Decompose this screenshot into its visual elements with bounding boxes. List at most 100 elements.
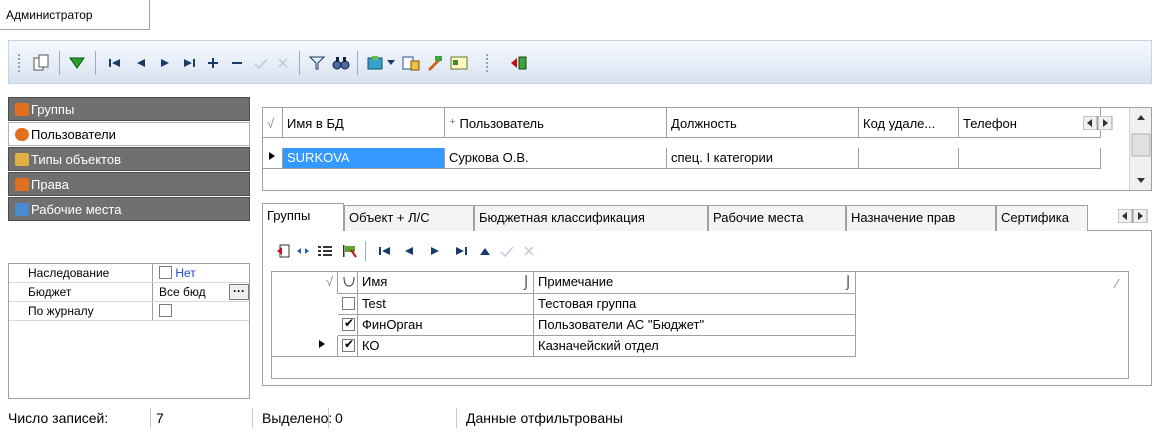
cell-phone[interactable] — [959, 148, 1101, 169]
prop-value-text: Все бюд — [159, 285, 206, 299]
cancel-group-icon[interactable] — [519, 241, 539, 261]
nav-item-rights[interactable]: Права — [8, 172, 250, 196]
first-group-icon[interactable] — [375, 241, 395, 261]
column-header-phone[interactable]: Телефон — [959, 108, 1101, 138]
report-icon[interactable] — [401, 53, 421, 73]
selected-label: Выделено: — [262, 410, 333, 426]
groups-grid: √ Имя ⌡ Примечание ⌡ ⁄ Test Тестовая групп… — [271, 271, 1129, 379]
column-header-user[interactable]: ⁺ Пользователь — [445, 108, 667, 138]
tab-object-account[interactable]: Объект + Л/С — [344, 205, 474, 231]
cell-group-note[interactable]: Пользователи АС "Бюджет" — [534, 315, 856, 336]
selected-value: 0 — [335, 410, 343, 426]
grid-indicator-header: √ — [272, 272, 338, 294]
inheritance-checkbox[interactable] — [159, 266, 172, 279]
tab-rights-assignment[interactable]: Назначение прав — [846, 205, 996, 231]
checkbox-column-header[interactable] — [338, 272, 358, 294]
toolbar-grip[interactable] — [17, 53, 21, 73]
column-header-label: Пользователь — [459, 116, 544, 131]
exit-icon[interactable] — [509, 53, 529, 73]
cell-db-name[interactable]: SURKOVA — [283, 148, 445, 169]
column-header-note[interactable]: Примечание ⌡ — [534, 272, 856, 294]
cancel-edit-icon[interactable] — [273, 53, 293, 73]
users-grid: √ Имя в БД ⁺ Пользователь Должность Код … — [262, 107, 1152, 191]
prev-group-icon[interactable] — [399, 241, 419, 261]
checkbox-finorgan[interactable] — [342, 316, 355, 331]
cell-group-note[interactable]: Казначейский отдел — [534, 336, 856, 357]
checkbox-ko[interactable] — [342, 337, 355, 352]
column-header-position[interactable]: Должность — [667, 108, 859, 138]
prop-row-journal: По журналу — [9, 302, 249, 321]
dropdown-arrow-icon[interactable] — [385, 53, 397, 73]
insert-group-icon[interactable] — [475, 241, 495, 261]
prop-value[interactable]: Нет — [155, 264, 249, 282]
list-check-icon[interactable] — [315, 241, 335, 261]
find-icon[interactable] — [331, 53, 351, 73]
flag-icon[interactable] — [339, 241, 359, 261]
copy-icon[interactable] — [31, 53, 51, 73]
next-group-icon[interactable] — [425, 241, 445, 261]
cell-user[interactable]: Суркова О.В. — [445, 148, 667, 169]
group-row-checkbox[interactable] — [338, 294, 358, 315]
vertical-scrollbar[interactable] — [1129, 108, 1151, 190]
filter-green-icon[interactable] — [67, 53, 87, 73]
prop-row-budget: Бюджет Все бюд ··· — [9, 283, 249, 302]
group-row-checkbox[interactable] — [338, 336, 358, 357]
column-header-db-name[interactable]: Имя в БД — [283, 108, 445, 138]
detail-tabs: Группы Объект + Л/С Бюджетная классифика… — [262, 203, 1152, 232]
column-header-code[interactable]: Код удале... — [859, 108, 959, 138]
cell-group-note[interactable]: Тестовая группа — [534, 294, 856, 315]
nav-item-label: Пользователи — [31, 127, 116, 142]
cell-code[interactable] — [859, 148, 959, 169]
package-icon[interactable] — [365, 53, 385, 73]
nav-item-workplaces[interactable]: Рабочие места — [8, 197, 250, 221]
horizontal-scroll-arrows[interactable] — [1082, 115, 1113, 131]
cell-position[interactable]: спец. I категории — [667, 148, 859, 169]
properties-panel: Наследование Нет Бюджет Все бюд ··· По ж… — [8, 263, 250, 399]
toolbar-grip-2[interactable] — [485, 53, 489, 73]
journal-checkbox[interactable] — [159, 304, 172, 317]
card-icon[interactable] — [449, 53, 469, 73]
prev-record-icon[interactable] — [131, 53, 151, 73]
tab-administrator[interactable]: Администратор — [0, 0, 150, 30]
prop-value[interactable] — [155, 302, 249, 320]
nav-item-label: Группы — [31, 102, 75, 117]
tab-groups[interactable]: Группы — [262, 203, 344, 232]
nav-item-groups[interactable]: Группы — [8, 97, 250, 121]
tab-scroll-arrows[interactable] — [1117, 208, 1148, 224]
ellipsis-button[interactable]: ··· — [229, 284, 249, 300]
sort-icon: ⌡ — [522, 274, 530, 289]
nav-item-users[interactable]: Пользователи — [8, 122, 250, 146]
link-icon[interactable] — [293, 241, 313, 261]
add-record-icon[interactable] — [203, 53, 223, 73]
tab-administrator-label: Администратор — [6, 8, 93, 22]
cell-group-name[interactable]: КО — [358, 336, 534, 357]
tab-certificates[interactable]: Сертифика — [996, 205, 1088, 231]
add-group-icon[interactable] — [273, 241, 293, 261]
column-header-name[interactable]: Имя ⌡ — [358, 272, 534, 294]
post-edit-icon[interactable] — [251, 53, 271, 73]
delete-record-icon[interactable] — [227, 53, 247, 73]
group-row-checkbox[interactable] — [338, 315, 358, 336]
nav-item-label: Права — [31, 177, 69, 192]
cell-group-name[interactable]: Test — [358, 294, 534, 315]
post-group-icon[interactable] — [497, 241, 517, 261]
tab-label: Бюджетная классификация — [479, 210, 645, 225]
prop-name: Наследование — [9, 264, 153, 282]
edit-tools-icon[interactable] — [425, 53, 445, 73]
rights-icon — [15, 178, 29, 191]
tab-budget-classification[interactable]: Бюджетная классификация — [474, 205, 708, 231]
tab-workplaces[interactable]: Рабочие места — [708, 205, 846, 231]
last-group-icon[interactable] — [451, 241, 471, 261]
tab-label: Группы — [267, 208, 311, 223]
prop-value-text: Нет — [175, 266, 196, 280]
groups-panel: √ Имя ⌡ Примечание ⌡ ⁄ Test Тестовая групп… — [262, 231, 1152, 386]
first-record-icon[interactable] — [105, 53, 125, 73]
next-record-icon[interactable] — [155, 53, 175, 73]
filter-icon[interactable] — [307, 53, 327, 73]
last-record-icon[interactable] — [179, 53, 199, 73]
tab-label: Сертифика — [1001, 210, 1069, 225]
checkbox-test[interactable] — [342, 297, 355, 310]
workplaces-icon — [15, 203, 29, 216]
nav-item-object-types[interactable]: Типы объектов — [8, 147, 250, 171]
cell-group-name[interactable]: ФинОрган — [358, 315, 534, 336]
